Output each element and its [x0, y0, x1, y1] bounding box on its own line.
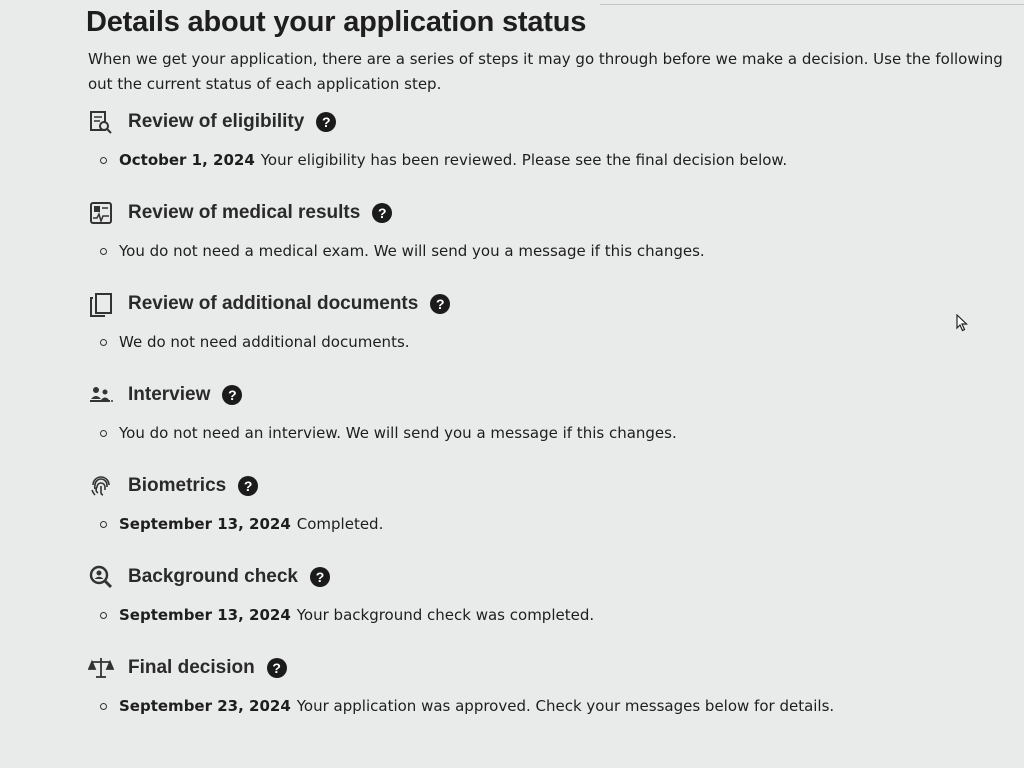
step-detail: You do not need a medical exam. We will …	[100, 242, 1024, 260]
step-status-text: We do not need additional documents.	[119, 333, 410, 351]
medical-results-icon	[86, 198, 116, 228]
background-check-icon	[86, 562, 116, 592]
step-review-of-medical-results: Review of medical results ? You do not n…	[86, 196, 1024, 287]
help-icon[interactable]: ?	[430, 294, 451, 314]
step-title: Background check	[128, 566, 298, 587]
help-icon[interactable]: ?	[372, 203, 393, 223]
scales-icon	[86, 653, 116, 683]
step-date: September 13, 2024	[119, 515, 291, 533]
step-biometrics: Biometrics ? September 13, 2024 Complete…	[86, 469, 1024, 560]
step-title: Review of medical results	[128, 202, 361, 223]
help-icon[interactable]: ?	[310, 567, 330, 587]
step-title: Review of eligibility	[128, 111, 305, 132]
step-status-text: You do not need a medical exam. We will …	[119, 242, 705, 260]
top-divider	[600, 4, 1024, 5]
step-review-of-eligibility: Review of eligibility ? October 1, 2024 …	[86, 105, 1024, 196]
step-status-text: Your eligibility has been reviewed. Plea…	[260, 151, 788, 169]
intro-text: When we get your application, there are …	[88, 47, 1024, 97]
step-status-text: Completed.	[296, 515, 384, 533]
step-detail: September 13, 2024 Your background check…	[100, 606, 1024, 624]
bullet	[100, 247, 107, 255]
step-status-text: Your application was approved. Check you…	[296, 697, 835, 715]
interview-icon	[86, 380, 116, 410]
step-detail: You do not need an interview. We will se…	[100, 424, 1024, 442]
step-title: Final decision	[128, 657, 255, 678]
help-icon[interactable]: ?	[266, 658, 287, 678]
bullet	[100, 156, 107, 164]
help-icon[interactable]: ?	[238, 476, 259, 496]
step-interview: Interview ? You do not need an interview…	[86, 378, 1024, 469]
bullet	[100, 702, 107, 710]
bullet	[100, 520, 107, 528]
step-title: Biometrics	[128, 475, 227, 496]
page-title: Details about your application status	[86, 6, 587, 38]
step-date: September 23, 2024	[119, 697, 291, 715]
intro-line-2: out the current status of each applicati…	[88, 75, 442, 93]
application-status-panel: Details about your application status Wh…	[86, 6, 1024, 742]
help-icon[interactable]: ?	[316, 112, 337, 132]
step-title: Interview	[128, 384, 211, 405]
bullet	[100, 338, 107, 346]
step-review-of-additional-documents: Review of additional documents ? We do n…	[86, 287, 1024, 378]
eligibility-review-icon	[86, 107, 116, 137]
intro-line-1: When we get your application, there are …	[88, 50, 1003, 68]
step-detail: September 13, 2024 Completed.	[100, 515, 1024, 533]
mouse-cursor-icon	[956, 313, 969, 336]
help-icon[interactable]: ?	[222, 385, 243, 405]
step-status-text: You do not need an interview. We will se…	[119, 424, 677, 442]
status-steps: Review of eligibility ? October 1, 2024 …	[86, 105, 1024, 742]
fingerprint-icon	[86, 471, 116, 501]
step-date: September 13, 2024	[119, 606, 291, 624]
step-final-decision: Final decision ? September 23, 2024 Your…	[86, 651, 1024, 742]
step-detail: September 23, 2024 Your application was …	[100, 697, 1024, 715]
step-date: October 1, 2024	[119, 151, 255, 169]
step-status-text: Your background check was completed.	[296, 606, 595, 624]
step-background-check: Background check ? September 13, 2024 Yo…	[86, 560, 1024, 651]
bullet	[100, 611, 107, 619]
step-title: Review of additional documents	[128, 293, 419, 314]
bullet	[100, 429, 107, 437]
step-detail: October 1, 2024 Your eligibility has bee…	[100, 151, 1024, 169]
step-detail: We do not need additional documents.	[100, 333, 1024, 351]
documents-icon	[86, 289, 116, 319]
